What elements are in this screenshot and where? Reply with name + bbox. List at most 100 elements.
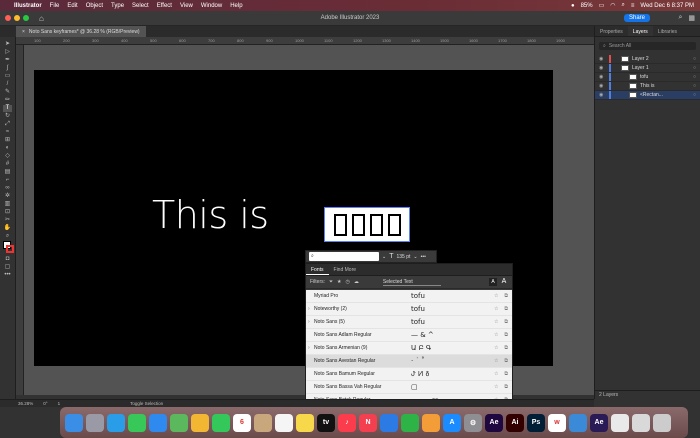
layer-target-icon[interactable]: ○ [693, 65, 696, 71]
favorite-star-icon[interactable]: ☆ [494, 371, 498, 377]
paintbrush-tool-icon[interactable]: ✎ [3, 89, 12, 96]
pages-icon[interactable] [422, 413, 440, 432]
menu-effect[interactable]: Effect [157, 3, 172, 9]
search-icon[interactable]: ⌕ [622, 2, 625, 9]
clock[interactable]: Wed Dec 6 8:37 PM [640, 3, 694, 9]
hand-tool-icon[interactable]: ✋ [3, 225, 12, 232]
favorite-star-icon[interactable]: ☆ [494, 332, 498, 338]
layer-name[interactable]: This is [640, 83, 654, 89]
reminders-icon[interactable] [275, 413, 293, 432]
keynote-icon[interactable] [380, 413, 398, 432]
safari-icon[interactable] [107, 413, 125, 432]
zoom-window-button[interactable] [23, 15, 29, 21]
wifi-icon[interactable]: ◠ [610, 2, 615, 9]
screenshot-icon[interactable] [611, 413, 629, 432]
downloads-icon[interactable] [569, 413, 587, 432]
zoom-level[interactable]: 36.28% [18, 401, 33, 406]
recent-filter-icon[interactable]: ◷ [346, 279, 350, 285]
messages-icon[interactable] [128, 413, 146, 432]
layer-row[interactable]: ◉ Layer 2 ○ [595, 55, 700, 64]
layer-target-icon[interactable]: ○ [693, 92, 696, 98]
battery-icon[interactable]: ▭ [599, 2, 605, 9]
pencil-tool-icon[interactable]: ✏ [3, 97, 12, 104]
font-list-item[interactable]: Noto Sans Bassa Vah Regular ▢ ☆ ⧉ [306, 381, 512, 394]
ruler-vertical[interactable] [16, 45, 24, 395]
document-tab[interactable]: × Noto Sans keyframes* @ 36.28 % (RGB/Pr… [16, 26, 146, 37]
settings-icon[interactable]: ⚙ [464, 413, 482, 432]
layer-target-icon[interactable]: ○ [693, 74, 696, 80]
maps-icon[interactable] [170, 413, 188, 432]
type-tool-icon[interactable]: T [3, 104, 12, 112]
finder-icon[interactable] [65, 413, 83, 432]
webex-icon[interactable]: w [548, 413, 566, 432]
after-effects-icon[interactable]: Ae [485, 413, 503, 432]
warp-tool-icon[interactable]: ≈ [3, 129, 12, 136]
screenshot-2-icon[interactable] [632, 413, 650, 432]
favorite-star-icon[interactable]: ☆ [494, 319, 498, 325]
direct-selection-tool-icon[interactable]: ▷ [3, 49, 12, 56]
large-preview-button[interactable]: A [500, 278, 508, 286]
home-icon[interactable]: ⌂ [39, 14, 44, 23]
tv-icon[interactable]: tv [317, 413, 335, 432]
minimize-window-button[interactable] [14, 15, 20, 21]
ae-file-icon[interactable]: Ae [590, 413, 608, 432]
artboard-text[interactable]: This is [152, 193, 269, 237]
layer-name[interactable]: Layer 2 [632, 56, 649, 62]
layer-name[interactable]: <Rectan... [640, 92, 663, 98]
gradient-tool-icon[interactable]: ▤ [3, 169, 12, 176]
tab-layers[interactable]: Layers [627, 26, 653, 36]
app-menu[interactable]: Illustrator [14, 3, 42, 9]
numbers-icon[interactable] [401, 413, 419, 432]
favorite-star-icon[interactable]: ☆ [494, 358, 498, 364]
free-transform-tool-icon[interactable]: ⊞ [3, 137, 12, 144]
tab-find-more[interactable]: Find More [329, 264, 362, 275]
contacts-icon[interactable] [254, 413, 272, 432]
music-icon[interactable]: ♪ [338, 413, 356, 432]
font-list-item[interactable]: › Noto Sans Armenian (9) Ա Բ Գ ☆ ⧉ [306, 342, 512, 355]
layer-name[interactable]: tofu [640, 74, 648, 80]
layer-target-icon[interactable]: ○ [693, 56, 696, 62]
font-list-item[interactable]: Noto Sans Bamum Regular ꚠ ꚡ ꚢ ☆ ⧉ [306, 368, 512, 381]
eyedropper-tool-icon[interactable]: ⌐ [3, 177, 12, 184]
activated-filter-icon[interactable]: ☁ [354, 279, 359, 285]
mail-icon[interactable] [149, 413, 167, 432]
font-list-item[interactable]: › Noto Sans (5) tofu ☆ ⧉ [306, 316, 512, 329]
menu-view[interactable]: View [180, 3, 193, 9]
edit-toolbar-icon[interactable]: ••• [3, 272, 12, 279]
menu-help[interactable]: Help [230, 3, 242, 9]
tab-fonts[interactable]: Fonts [306, 264, 329, 275]
blend-tool-icon[interactable]: ∞ [3, 185, 12, 192]
similar-fonts-icon[interactable]: ⧉ [504, 358, 508, 364]
artboard-tool-icon[interactable]: ⊡ [3, 209, 12, 216]
facetime-icon[interactable] [212, 413, 230, 432]
close-window-button[interactable] [5, 15, 11, 21]
chevron-down-icon[interactable]: ⌄ [382, 254, 386, 260]
similar-fonts-icon[interactable]: ⧉ [504, 306, 508, 312]
search-help-icon[interactable]: ⌕ [678, 14, 682, 22]
visibility-eye-icon[interactable]: ◉ [599, 65, 606, 71]
font-size-field[interactable]: 135 pt [396, 254, 410, 260]
mesh-tool-icon[interactable]: # [3, 161, 12, 168]
favorite-star-icon[interactable]: ☆ [494, 345, 498, 351]
visibility-eye-icon[interactable]: ◉ [599, 92, 606, 98]
layer-row[interactable]: ◉ This is ○ [595, 82, 700, 91]
curvature-tool-icon[interactable]: ∫ [3, 65, 12, 72]
similar-fonts-icon[interactable]: ⧉ [504, 293, 508, 299]
current-tool-status[interactable]: Toggle Selection [130, 401, 163, 406]
news-icon[interactable]: N [359, 413, 377, 432]
close-tab-icon[interactable]: × [22, 29, 25, 35]
similar-fonts-icon[interactable]: ⧉ [504, 345, 508, 351]
visibility-eye-icon[interactable]: ◉ [599, 83, 606, 89]
filter-icon[interactable]: ⏷ [329, 279, 333, 285]
chevron-down-icon[interactable]: ⌄ [413, 254, 417, 260]
font-list-item[interactable]: Myriad Pro tofu ☆ ⧉ [306, 290, 512, 303]
layer-row[interactable]: ◉ tofu ○ [595, 73, 700, 82]
perspective-tool-icon[interactable]: ◇ [3, 153, 12, 160]
menu-object[interactable]: Object [86, 3, 103, 9]
screen-mode-icon[interactable]: ▢ [3, 264, 12, 271]
layers-search-input[interactable]: ⌕ Search All [599, 42, 696, 50]
menu-type[interactable]: Type [111, 3, 124, 9]
rotate-tool-icon[interactable]: ↻ [3, 113, 12, 120]
record-icon[interactable]: ● [571, 3, 575, 9]
menu-file[interactable]: File [50, 3, 60, 9]
